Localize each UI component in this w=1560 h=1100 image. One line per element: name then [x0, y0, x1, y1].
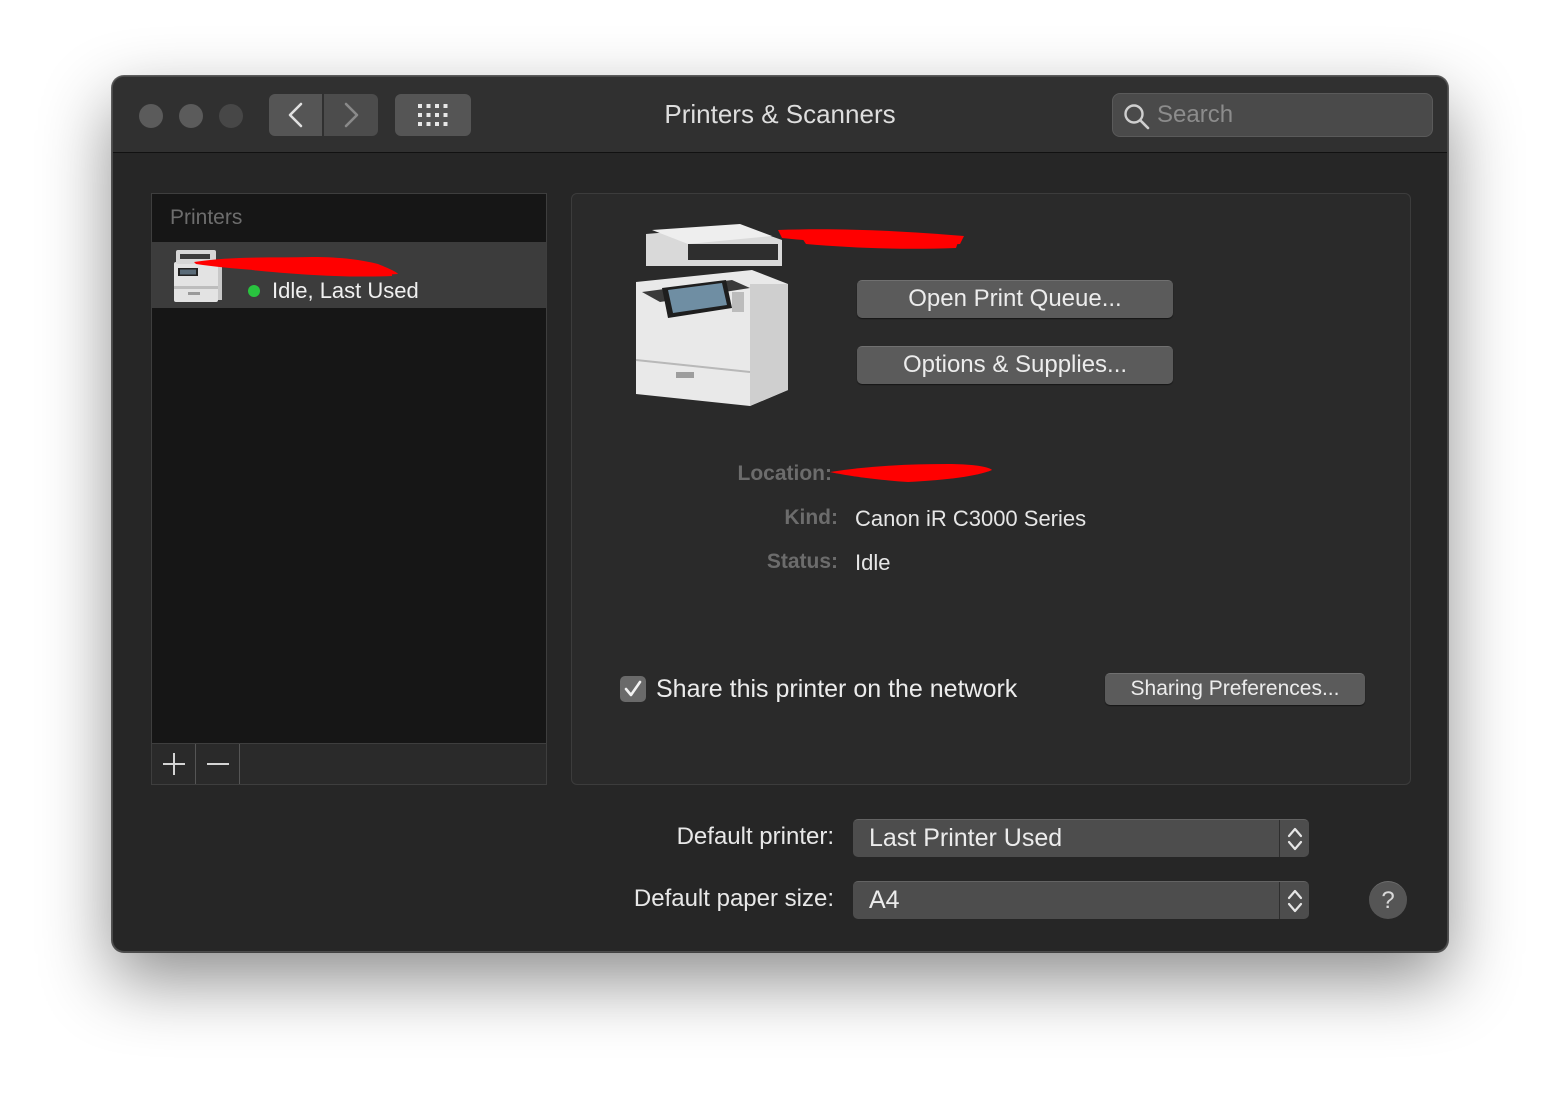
status-value: Idle — [855, 550, 891, 575]
updown-chevron-icon — [1279, 820, 1309, 857]
default-paper-size-value: A4 — [869, 886, 900, 914]
search-field[interactable] — [1112, 93, 1433, 137]
status-dot — [248, 285, 260, 297]
printer-list-item[interactable]: Idle, Last Used — [152, 242, 546, 308]
options-supplies-button[interactable]: Options & Supplies... — [857, 346, 1173, 384]
search-icon — [1124, 104, 1150, 130]
default-printer-label: Default printer: — [676, 823, 834, 850]
title-bar: Printers & Scanners — [113, 77, 1447, 153]
help-button[interactable]: ? — [1369, 881, 1407, 919]
kind-label: Kind: — [784, 506, 838, 529]
kind-value: Canon iR C3000 Series — [855, 506, 1087, 531]
updown-chevron-icon — [1279, 882, 1309, 919]
checkmark-icon — [624, 680, 642, 697]
default-paper-size-label: Default paper size: — [633, 885, 834, 912]
plus-icon — [162, 753, 185, 775]
default-printer-select[interactable]: Last Printer Used — [853, 819, 1309, 857]
redaction-mark — [194, 257, 398, 277]
remove-printer-button[interactable] — [196, 744, 240, 784]
search-input[interactable] — [1157, 100, 1417, 130]
status-label: Status: — [766, 550, 838, 573]
minus-icon — [206, 763, 229, 765]
add-printer-button[interactable] — [152, 744, 196, 784]
redaction-mark — [830, 464, 992, 482]
printers-list-header: Printers — [170, 206, 243, 229]
location-label: Location: — [737, 462, 833, 485]
default-printer-value: Last Printer Used — [869, 824, 1063, 852]
sharing-preferences-button[interactable]: Sharing Preferences... — [1105, 673, 1365, 705]
open-print-queue-button[interactable]: Open Print Queue... — [857, 280, 1173, 318]
printer-list-status: Idle, Last Used — [272, 278, 419, 303]
printer-details: Open Print Queue... Options & Supplies..… — [571, 193, 1411, 785]
share-printer-label[interactable]: Share this printer on the network — [656, 675, 1017, 704]
share-printer-checkbox[interactable] — [620, 676, 646, 702]
printer-image — [635, 224, 788, 406]
printers-list: Printers Idle, Last Used — [151, 193, 547, 785]
system-preferences-window: Printers & Scanners Printers — [112, 76, 1448, 952]
default-paper-size-select[interactable]: A4 — [853, 881, 1309, 919]
list-toolbar — [151, 743, 547, 785]
redaction-mark — [778, 229, 964, 249]
